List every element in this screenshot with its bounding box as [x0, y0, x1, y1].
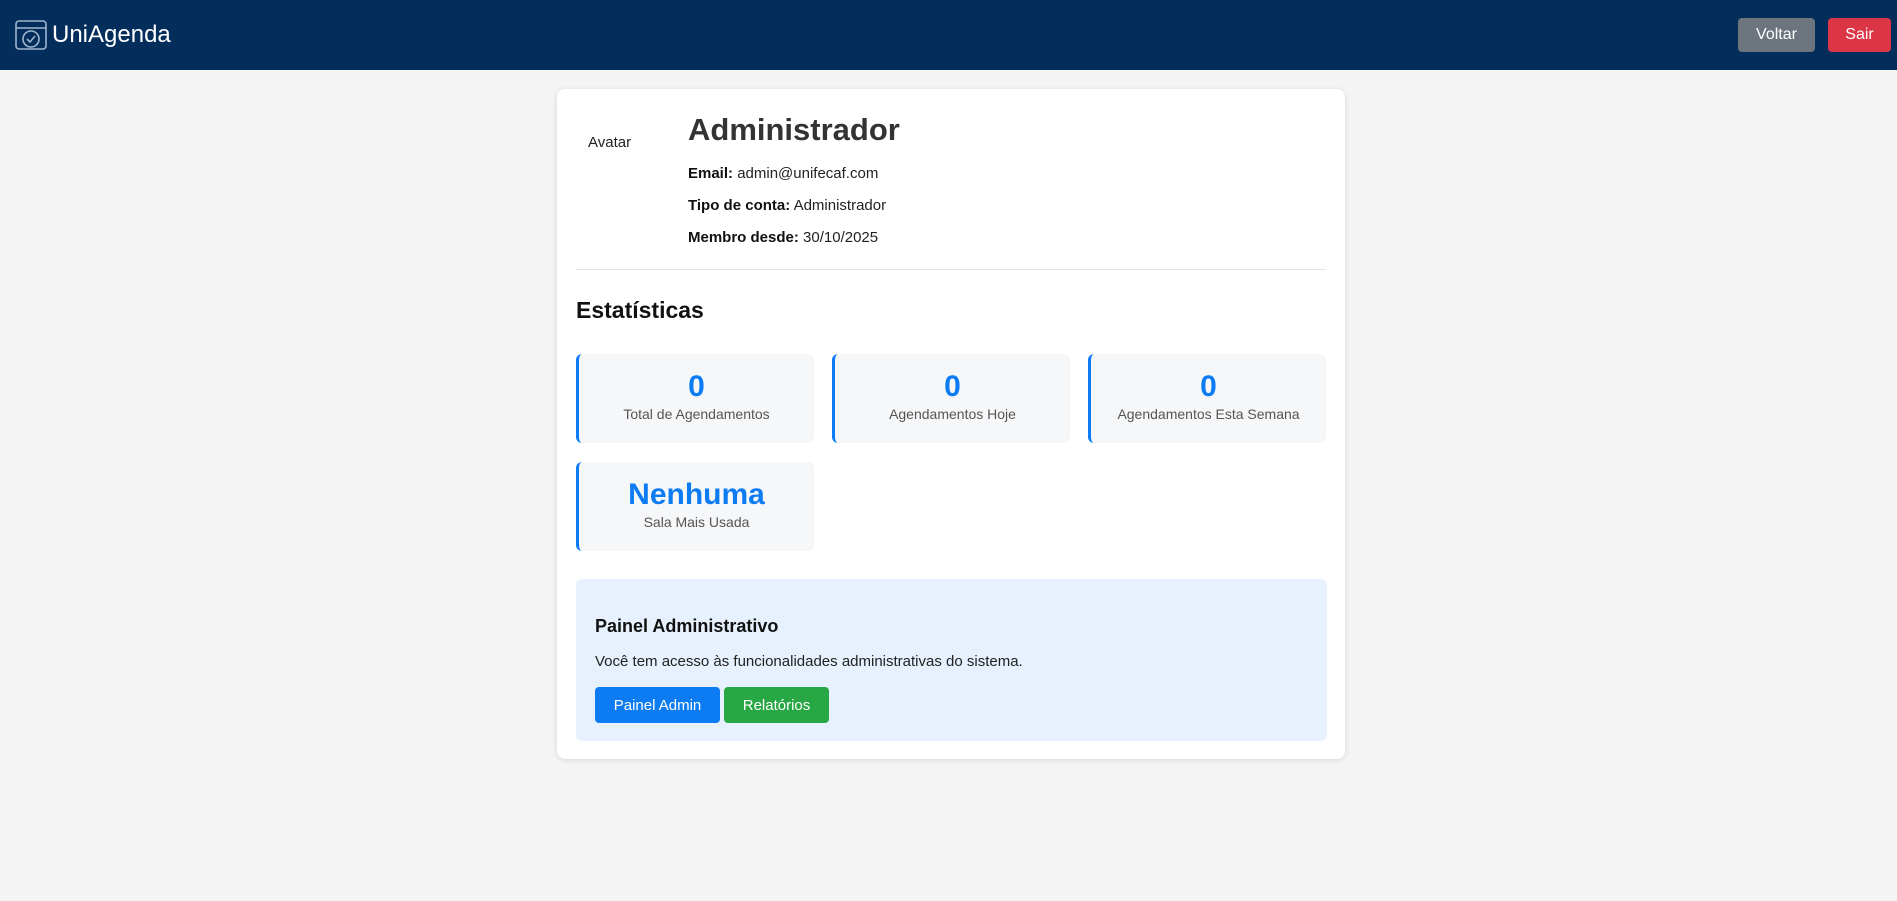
account-type-label: Tipo de conta:: [688, 197, 791, 214]
profile-info: Administrador Email: admin@unifecaf.com …: [688, 108, 900, 248]
stat-card-today: 0 Agendamentos Hoje: [832, 354, 1070, 443]
profile-name: Administrador: [688, 112, 900, 147]
stat-label: Sala Mais Usada: [643, 514, 750, 530]
member-since-value: 30/10/2025: [803, 229, 879, 246]
admin-panel-description: Você tem acesso às funcionalidades admin…: [595, 653, 1023, 670]
stat-value: 0: [944, 370, 961, 403]
stat-value: Nenhuma: [628, 478, 765, 511]
stat-label: Agendamentos Hoje: [889, 406, 1016, 422]
brand[interactable]: UniAgenda: [14, 18, 171, 52]
top-navbar: UniAgenda Voltar Sair: [0, 0, 1897, 70]
header-actions: Voltar Sair: [1738, 18, 1891, 52]
stat-card-most-used-room: Nenhuma Sala Mais Usada: [576, 462, 814, 551]
avatar: Avatar: [588, 134, 668, 214]
profile-card: Avatar Administrador Email: admin@unifec…: [557, 89, 1345, 759]
back-button[interactable]: Voltar: [1738, 18, 1815, 52]
account-type-row: Tipo de conta: Administrador: [688, 196, 900, 216]
stat-label: Total de Agendamentos: [623, 406, 770, 422]
member-since-label: Membro desde:: [688, 229, 799, 246]
admin-panel: Painel Administrativo Você tem acesso às…: [576, 579, 1327, 741]
brand-name: UniAgenda: [52, 21, 171, 48]
email-label: Email:: [688, 165, 734, 182]
stat-card-total: 0 Total de Agendamentos: [576, 354, 814, 443]
email-row: Email: admin@unifecaf.com: [688, 164, 900, 184]
stats-title: Estatísticas: [576, 297, 704, 323]
profile-section: Avatar Administrador Email: admin@unifec…: [576, 108, 1326, 270]
stat-label: Agendamentos Esta Semana: [1117, 406, 1300, 422]
admin-panel-title: Painel Administrativo: [595, 616, 779, 636]
email-value: admin@unifecaf.com: [737, 165, 879, 182]
reports-button[interactable]: Relatórios: [724, 687, 829, 723]
logout-button[interactable]: Sair: [1828, 18, 1891, 52]
stat-card-week: 0 Agendamentos Esta Semana: [1088, 354, 1326, 443]
calendar-check-icon: [15, 20, 47, 50]
avatar-alt-text: Avatar: [588, 134, 632, 151]
member-since-row: Membro desde: 30/10/2025: [688, 228, 900, 248]
admin-panel-button[interactable]: Painel Admin: [595, 687, 720, 723]
admin-actions: Painel Admin Relatórios: [595, 687, 1308, 723]
account-type-value: Administrador: [793, 197, 887, 214]
stat-value: 0: [688, 370, 705, 403]
stat-value: 0: [1200, 370, 1217, 403]
